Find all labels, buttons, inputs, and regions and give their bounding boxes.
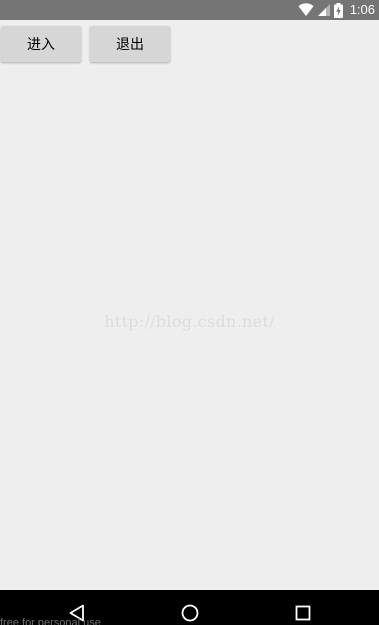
overlay-text: free for personal use bbox=[0, 617, 101, 625]
battery-charging-icon bbox=[333, 2, 343, 18]
status-bar: 1:06 bbox=[0, 0, 379, 20]
recents-icon[interactable] bbox=[293, 603, 313, 623]
enter-button[interactable]: 进入 bbox=[1, 26, 81, 62]
home-icon[interactable] bbox=[180, 603, 200, 623]
exit-button[interactable]: 退出 bbox=[90, 26, 170, 62]
navigation-bar: free for personal use bbox=[0, 590, 379, 625]
status-icons: 1:06 bbox=[298, 0, 375, 20]
status-time: 1:06 bbox=[349, 2, 375, 17]
signal-icon bbox=[317, 3, 331, 17]
app-screen: 1:06 进入 退出 http://blog.csdn.net/ free fo… bbox=[0, 0, 379, 625]
wifi-icon bbox=[298, 3, 314, 17]
watermark-text: http://blog.csdn.net/ bbox=[104, 312, 275, 331]
